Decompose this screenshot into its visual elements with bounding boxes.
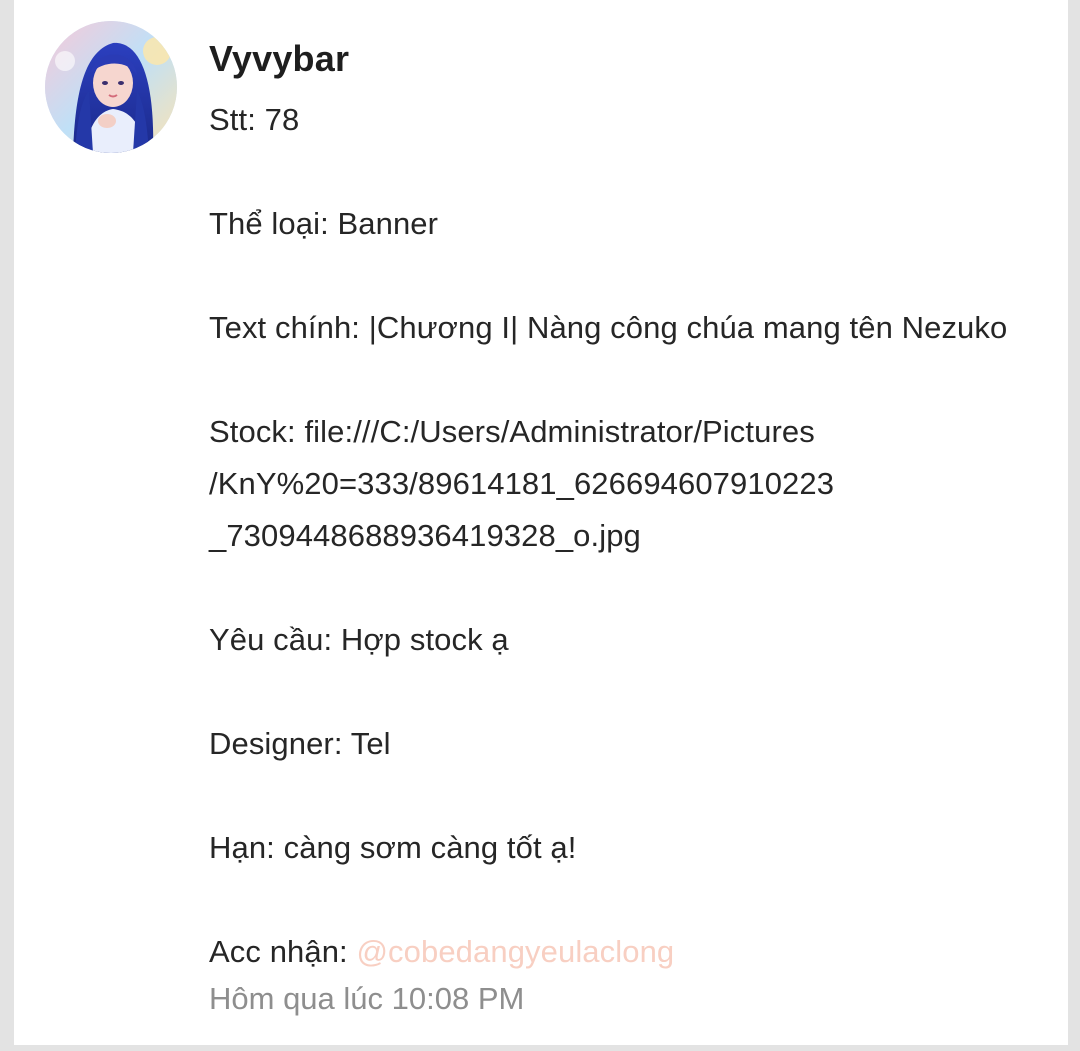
message-line-acc-nhan: Acc nhận: @cobedangyeulaclong: [209, 926, 1068, 978]
message-line-stt: Stt: 78: [209, 102, 300, 137]
comment-content: Vyvybar Stt: 78 Thể loại: Banner Text ch…: [209, 34, 1068, 1020]
message-line-text-chinh: Text chính: |Chương I| Nàng công chúa ma…: [209, 310, 1008, 345]
username[interactable]: Vyvybar: [209, 34, 1068, 84]
avatar-image: [45, 21, 177, 153]
mention-link[interactable]: @cobedangyeulaclong: [356, 934, 674, 969]
message-line-the-loai: Thể loại: Banner: [209, 206, 439, 241]
acc-nhan-label: Acc nhận:: [209, 934, 357, 969]
message-line-han: Hạn: càng sơm càng tốt ạ!: [209, 830, 577, 865]
message-line-yeu-cau: Yêu cầu: Hợp stock ạ: [209, 622, 509, 657]
message-line-stock-2: /KnY%20=333/89614181_626694607910223: [209, 466, 835, 501]
timestamp: Hôm qua lúc 10:08 PM: [209, 981, 525, 1016]
avatar[interactable]: [45, 21, 177, 153]
comment-card: Vyvybar Stt: 78 Thể loại: Banner Text ch…: [14, 0, 1068, 1045]
message-line-stock-1: Stock: file:///C:/Users/Administrator/Pi…: [209, 414, 815, 449]
message-body: Stt: 78 Thể loại: Banner Text chính: |Ch…: [209, 94, 1068, 978]
message-line-stock-3: _7309448688936419328_o.jpg: [209, 518, 641, 553]
message-line-designer: Designer: Tel: [209, 726, 391, 761]
